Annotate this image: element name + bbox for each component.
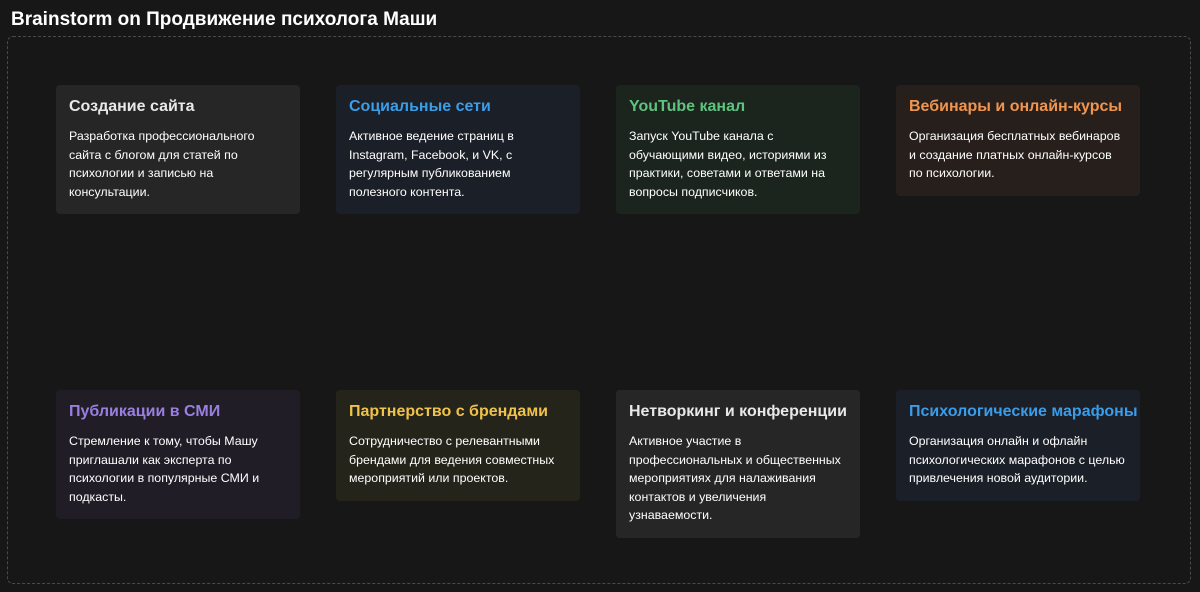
idea-card-description: Активное участие в профессиональных и об… <box>629 434 841 522</box>
idea-card-description: Организация бесплатных вебинаров и созда… <box>909 129 1121 180</box>
page-title: Brainstorm on Продвижение психолога Маши <box>11 9 438 30</box>
idea-card-brand-partnership[interactable]: Партнерство с брендами Сотрудничество с … <box>336 390 580 501</box>
idea-card-description: Запуск YouTube канала с обучающими видео… <box>629 129 827 199</box>
idea-card-description: Стремление к тому, чтобы Машу приглашали… <box>69 434 260 504</box>
idea-card-description: Активное ведение страниц в Instagram, Fa… <box>349 129 514 199</box>
idea-card-description: Организация онлайн и офлайн психологичес… <box>909 434 1125 485</box>
idea-card-title: Психологические марафоны <box>909 403 1138 420</box>
idea-card-description: Разработка профессионального сайта с бло… <box>69 129 255 199</box>
idea-card-title: Нетворкинг и конференции <box>629 403 847 420</box>
idea-card-title: Социальные сети <box>349 98 491 115</box>
idea-card-media-publications[interactable]: Публикации в СМИ Стремление к тому, чтоб… <box>56 390 300 519</box>
idea-card-website[interactable]: Создание сайта Разработка профессиональн… <box>56 85 300 214</box>
idea-card-social-networks[interactable]: Социальные сети Активное ведение страниц… <box>336 85 580 214</box>
idea-card-youtube-channel[interactable]: YouTube канал Запуск YouTube канала с об… <box>616 85 860 214</box>
idea-card-title: Вебинары и онлайн-курсы <box>909 98 1123 115</box>
idea-card-description: Сотрудничество с релевантными брендами д… <box>349 434 555 485</box>
idea-card-psychology-marathons[interactable]: Психологические марафоны Организация онл… <box>896 390 1140 501</box>
idea-card-networking-conferences[interactable]: Нетворкинг и конференции Активное участи… <box>616 390 860 538</box>
idea-card-title: Создание сайта <box>69 98 195 115</box>
brainstorm-board: Создание сайта Разработка профессиональн… <box>7 36 1191 584</box>
idea-card-webinars-courses[interactable]: Вебинары и онлайн-курсы Организация бесп… <box>896 85 1140 196</box>
idea-card-title: YouTube канал <box>629 98 746 115</box>
idea-card-title: Публикации в СМИ <box>69 403 221 420</box>
idea-card-title: Партнерство с брендами <box>349 403 548 420</box>
